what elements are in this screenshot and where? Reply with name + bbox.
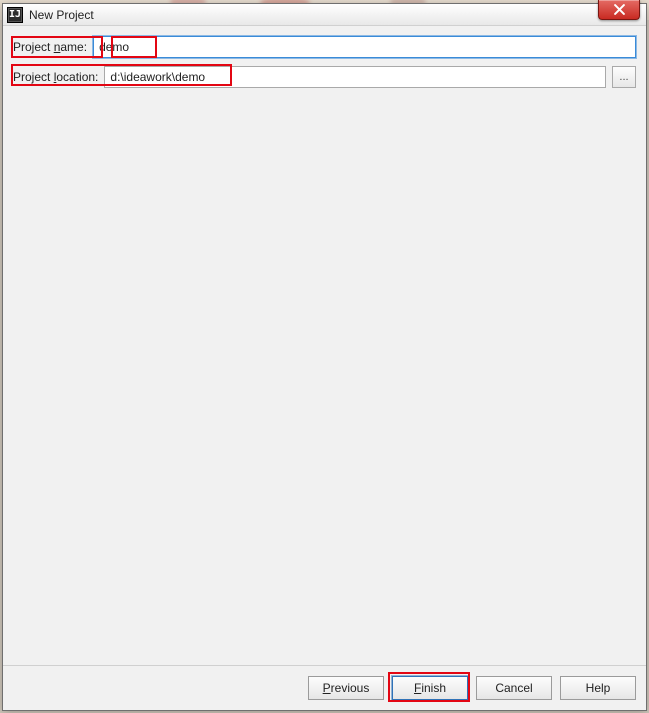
- content-spacer: [13, 96, 636, 657]
- project-location-input[interactable]: [104, 66, 606, 88]
- cancel-button[interactable]: Cancel: [476, 676, 552, 700]
- label-text: ocation:: [56, 70, 98, 84]
- finish-button[interactable]: Finish: [392, 676, 468, 700]
- project-name-row: Project name:: [13, 36, 636, 58]
- project-name-input[interactable]: [93, 36, 636, 58]
- button-bar: Previous Finish Cancel Help: [3, 666, 646, 710]
- project-location-label: Project location:: [13, 70, 98, 84]
- button-text: revious: [331, 681, 370, 695]
- button-text: inish: [421, 681, 446, 695]
- new-project-dialog: IJ New Project Project name: Project loc…: [2, 3, 647, 711]
- project-location-row: Project location: ...: [13, 66, 636, 88]
- close-button[interactable]: [598, 0, 640, 20]
- ellipsis-icon: ...: [619, 71, 628, 83]
- label-text: Project: [13, 40, 54, 54]
- app-icon: IJ: [7, 7, 23, 23]
- button-mnemonic: P: [323, 681, 331, 695]
- label-text: ame:: [60, 40, 87, 54]
- help-button[interactable]: Help: [560, 676, 636, 700]
- close-icon: [614, 4, 625, 15]
- dialog-content: Project name: Project location: ...: [3, 26, 646, 665]
- browse-button[interactable]: ...: [612, 66, 636, 88]
- previous-button[interactable]: Previous: [308, 676, 384, 700]
- titlebar[interactable]: IJ New Project: [3, 4, 646, 26]
- label-text: Project: [13, 70, 54, 84]
- project-name-label: Project name:: [13, 40, 87, 54]
- dialog-title: New Project: [29, 8, 94, 22]
